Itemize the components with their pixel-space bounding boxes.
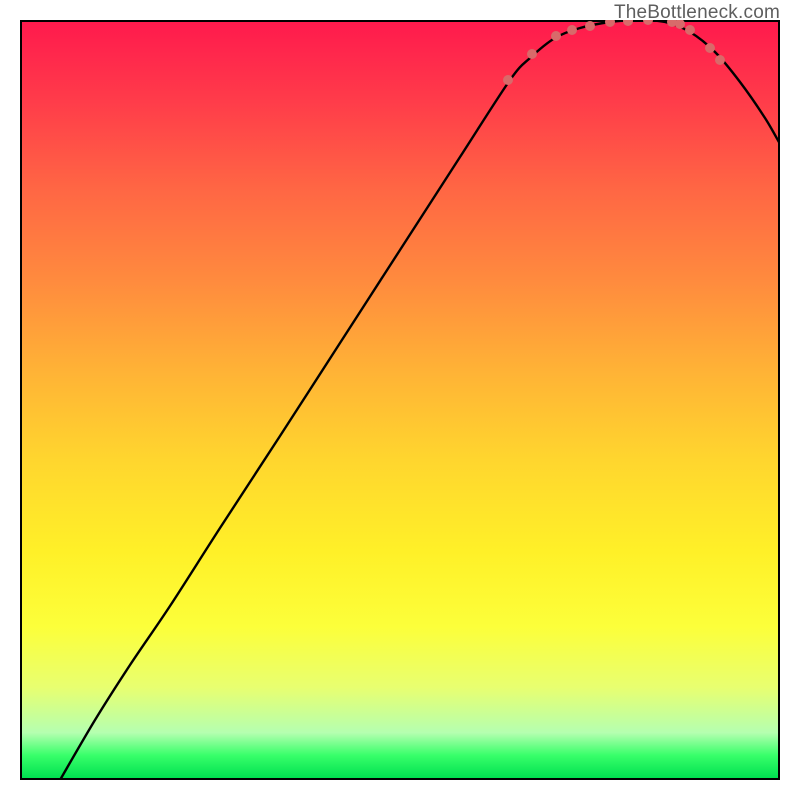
plot-area: [20, 20, 780, 780]
watermark-text: TheBottleneck.com: [614, 2, 780, 24]
chart-container: TheBottleneck.com: [0, 0, 800, 800]
